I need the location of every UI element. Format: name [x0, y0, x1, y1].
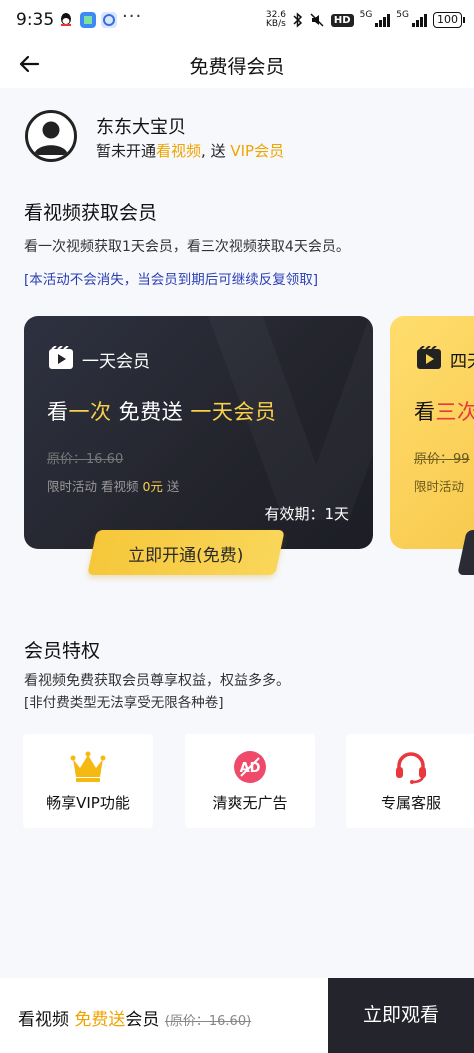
gallery-app-icon	[80, 12, 96, 28]
crown-icon	[70, 751, 106, 782]
username: 东东大宝贝	[96, 117, 186, 138]
user-icon	[34, 121, 68, 155]
more-notifications-icon: ···	[122, 6, 143, 27]
card-validity: 有效期：1天	[264, 505, 349, 523]
watch-section-title: 看视频获取会员	[24, 202, 158, 224]
privileges-note: [非付费类型无法享受无限各种卷]	[24, 695, 224, 711]
membership-card-4day[interactable]: 四天 看三次 原价：99 限时活动	[390, 316, 474, 549]
video-play-icon	[417, 346, 441, 369]
browser-app-icon	[101, 12, 117, 28]
watch-video-link[interactable]: 看视频	[156, 142, 201, 160]
bluetooth-icon	[293, 12, 303, 28]
signal-icon	[375, 13, 391, 27]
net-speed: 32.6 KB/s	[265, 10, 286, 29]
qq-app-icon	[58, 12, 74, 28]
watch-section-note: [本活动不会消失，当会员到期后可继续反复领取]	[24, 272, 319, 288]
card-original-price: 原价：99	[414, 452, 470, 467]
bottom-original-price: (原价：16.60)	[164, 1014, 252, 1029]
avatar[interactable]	[25, 110, 77, 162]
nav-bar: 免费得会员	[0, 40, 474, 88]
card-headline: 看三次	[414, 400, 474, 424]
vip-status: 暂未开通看视频, 送 VIP会员	[96, 142, 285, 160]
card-name: 一天会员	[82, 352, 150, 372]
card-original-price: 原价：16.60	[47, 452, 124, 467]
network-type-1: 5G	[359, 10, 373, 20]
network-type-2: 5G	[396, 10, 409, 20]
privileges-description: 看视频免费获取会员尊享权益，权益多多。	[24, 673, 290, 689]
hd-badge: HD	[330, 13, 354, 27]
page-title: 免费得会员	[189, 56, 285, 78]
privileges-title: 会员特权	[24, 640, 101, 662]
bottom-bar: 看视频 免费送会员 (原价：16.60) 立即观看	[0, 978, 474, 1053]
status-time: 9:35	[16, 10, 55, 30]
headset-icon	[396, 752, 426, 784]
bottom-offer-text: 看视频 免费送会员 (原价：16.60)	[18, 1010, 252, 1030]
main-content: 东东大宝贝 暂未开通看视频, 送 VIP会员 看视频获取会员 看一次视频获取1天…	[0, 88, 474, 978]
signal-icon-2	[412, 13, 427, 27]
perk-customer-service: 专属客服	[346, 734, 474, 828]
video-play-icon	[49, 346, 73, 369]
perk-vip-features: 畅享VIP功能	[23, 734, 153, 828]
status-bar: 9:35 ··· 32.6 KB/s HD 5G 5G 100	[0, 0, 474, 40]
ad-free-icon: AD	[234, 751, 266, 783]
membership-card-1day[interactable]: V 一天会员 看一次 免费送 一天会员 原价：16.60 限时活动 看视频 0元…	[24, 316, 373, 549]
card-name: 四天	[450, 352, 474, 372]
card-sub-text: 限时活动 看视频 0元 送	[47, 479, 180, 494]
card-headline: 看一次 免费送 一天会员	[47, 400, 277, 424]
card-sub-text: 限时活动	[414, 479, 465, 494]
perk-ad-free: AD 清爽无广告	[185, 734, 315, 828]
mute-icon	[310, 13, 324, 27]
battery-indicator: 100	[433, 12, 465, 28]
watch-section-description: 看一次视频获取1天会员，看三次视频获取4天会员。	[24, 239, 350, 255]
activate-free-button[interactable]: 立即开通(免费)	[87, 530, 285, 575]
watch-now-button[interactable]: 立即观看	[328, 978, 474, 1053]
